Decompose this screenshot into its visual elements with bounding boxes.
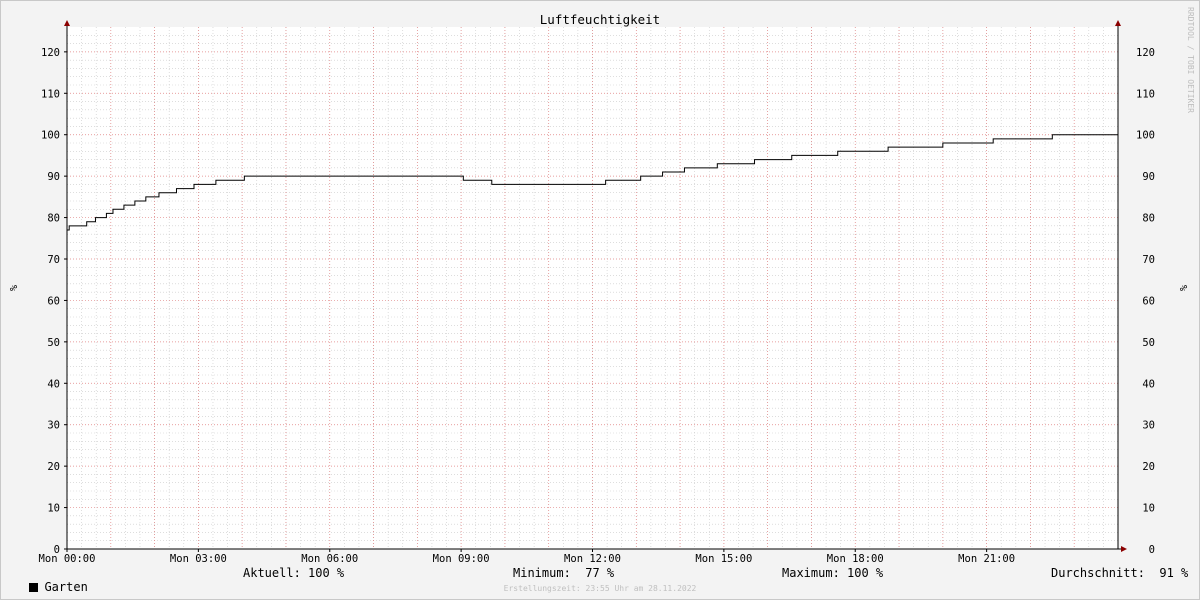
x-tick-label: Mon 09:00 — [433, 553, 490, 565]
y-tick-label-left: 30 — [47, 420, 60, 432]
y-tick-label-right: 30 — [1142, 420, 1155, 432]
chart-title: Luftfeuchtigkeit — [540, 12, 660, 27]
y-tick-labels-right: 0 10 20 30 40 50 60 70 80 90 100 110 120 — [1136, 47, 1155, 556]
x-tick-labels: Mon 00:00 Mon 03:00 Mon 06:00 Mon 09:00 Mon … — [39, 553, 1016, 565]
y-tick-label-left: 110 — [41, 88, 60, 100]
y-tick-label-left: 20 — [47, 461, 60, 473]
y-tick-label-left: 80 — [47, 213, 60, 225]
y-tick-label-left: 60 — [47, 295, 60, 307]
y-tick-label-left: 50 — [47, 337, 60, 349]
x-tick-label: Mon 06:00 — [301, 553, 358, 565]
y-tick-label-right: 110 — [1136, 88, 1155, 100]
legend-minimum: Minimum: 77 % — [513, 566, 615, 580]
y-tick-label-right: 60 — [1142, 295, 1155, 307]
x-tick-label: Mon 18:00 — [827, 553, 884, 565]
y-tick-label-left: 40 — [47, 378, 60, 390]
y-tick-label-right: 100 — [1136, 130, 1155, 142]
x-tick-label: Mon 00:00 — [39, 553, 96, 565]
y-tick-label-right: 0 — [1149, 544, 1155, 556]
y-tick-label-right: 90 — [1142, 171, 1155, 183]
y-axis-left-arrow — [64, 20, 70, 26]
legend-aktuell: Aktuell: 100 % — [243, 566, 345, 580]
y-axis-right-arrow — [1115, 20, 1121, 26]
y-tick-label-left: 100 — [41, 130, 60, 142]
x-axis-arrow — [1121, 546, 1127, 552]
x-tick-label: Mon 03:00 — [170, 553, 227, 565]
legend-durchschnitt: Durchschnitt: 91 % — [1051, 566, 1189, 580]
y-tick-label-left: 120 — [41, 47, 60, 59]
legend-series: Garten — [15, 566, 88, 594]
x-tick-label: Mon 12:00 — [564, 553, 621, 565]
y-tick-labels-left: 0102030405060708090100110120 — [41, 47, 60, 556]
footer-timestamp: Erstellungszeit: 23:55 Uhr am 28.11.2022 — [503, 584, 697, 593]
y-tick-label-right: 80 — [1142, 213, 1155, 225]
x-tick-label: Mon 21:00 — [958, 553, 1015, 565]
y-tick-label-right: 120 — [1136, 47, 1155, 59]
legend-maximum: Maximum: 100 % — [782, 566, 884, 580]
y-tick-label-right: 20 — [1142, 461, 1155, 473]
humidity-chart: 0 10 20 30 40 50 60 70 80 90 100 110 120 0 10 20 30 40 50… — [7, 7, 1195, 565]
x-tick-label: Mon 15:00 — [695, 553, 752, 565]
y-tick-label-right: 50 — [1142, 337, 1155, 349]
y-tick-label-right: 10 — [1142, 503, 1155, 515]
y-tick-label-left: 90 — [47, 171, 60, 183]
y-tick-label-left: 10 — [47, 503, 60, 515]
y-tick-label-right: 40 — [1142, 378, 1155, 390]
y-tick-label-left: 70 — [47, 254, 60, 266]
y-tick-label-right: 70 — [1142, 254, 1155, 266]
y-axis-label-right: % — [1177, 285, 1188, 291]
y-axis-label-left: % — [7, 285, 18, 291]
watermark: RRDTOOL / TOBI OETIKER — [1186, 7, 1195, 113]
